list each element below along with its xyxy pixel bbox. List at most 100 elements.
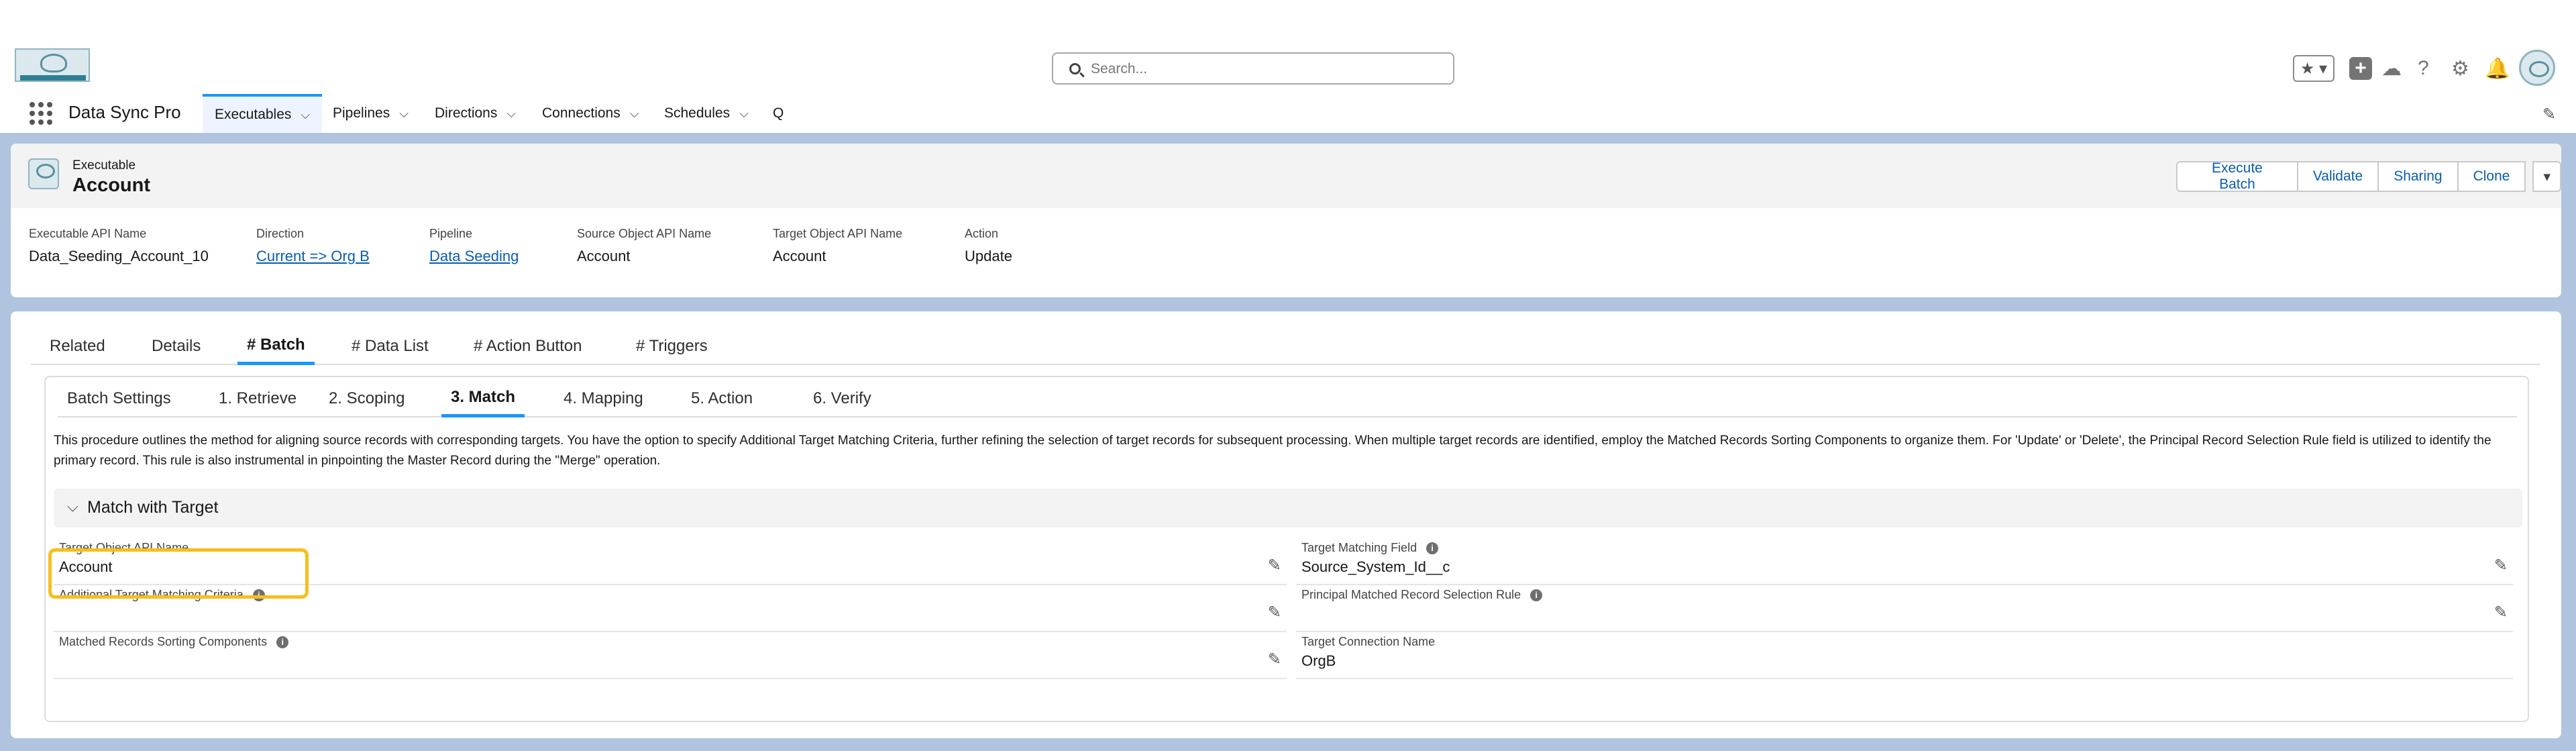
match-with-target-section-header[interactable]: ⌵ Match with Target (54, 489, 2522, 528)
app-name: Data Sync Pro (68, 102, 181, 122)
record-body: Related Details # Batch # Data List # Ac… (11, 311, 2561, 738)
batch-subtabs: Batch Settings 1. Retrieve 2. Scoping 3.… (58, 380, 2517, 417)
field-label: Target Connection Name (1301, 635, 1435, 649)
nav-item-executables[interactable]: Executables ⌵ (203, 94, 323, 133)
validate-button[interactable]: Validate (2296, 161, 2379, 192)
pencil-edit-icon[interactable]: ✎ (2494, 556, 2508, 575)
highlight-field: Direction Current => Org B (256, 227, 370, 265)
field-value: Source_System_Id__c (1301, 558, 1450, 575)
chevron-down-icon[interactable]: ⌵ (301, 108, 310, 122)
avatar[interactable] (2519, 50, 2555, 86)
chevron-down-icon[interactable]: ⌵ (399, 107, 409, 121)
highlight-field: Pipeline Data Seeding (429, 227, 519, 265)
info-icon[interactable]: i (276, 636, 289, 648)
global-search[interactable] (1052, 52, 1454, 85)
field-label-text: Target Matching Field (1301, 541, 1417, 554)
chevron-down-icon[interactable]: ⌵ (67, 498, 78, 515)
sharing-button[interactable]: Sharing (2377, 161, 2459, 192)
chevron-down-icon[interactable]: ⌵ (630, 107, 639, 121)
field-label-text: Principal Matched Record Selection Rule (1301, 588, 1521, 601)
field-value: Update (965, 248, 1012, 264)
nav-item-label: Schedules (664, 105, 731, 121)
field-label: Pipeline (429, 227, 473, 240)
search-icon (1069, 63, 1081, 74)
highlight-field: Source Object API Name Account (577, 227, 711, 265)
field-label: Direction (256, 227, 305, 240)
add-icon[interactable]: + (2349, 57, 2372, 80)
gear-icon[interactable]: ⚙ (2451, 55, 2469, 82)
subtab-scoping[interactable]: 2. Scoping (319, 380, 414, 417)
record-highlights: Executable Account Execute Batch Validat… (11, 144, 2561, 208)
record-icon (28, 158, 59, 189)
field-label: Source Object API Name (577, 227, 712, 240)
tab-details[interactable]: Details (142, 328, 210, 365)
nav-item-label: Connections (542, 105, 621, 121)
search-input[interactable] (1091, 59, 1440, 79)
subtab-action[interactable]: 5. Action (682, 380, 762, 417)
match-description: This procedure outlines the method for a… (54, 434, 2491, 468)
global-header: ★ ▾ + ☁ ? ⚙ 🔔 (0, 0, 2576, 94)
target-matching-field-field: Target Matching Field i Source_System_Id_… (1296, 541, 2513, 585)
info-icon[interactable]: i (1530, 589, 1543, 601)
favorites-star-icon[interactable]: ★ ▾ (2293, 55, 2334, 82)
field-value: OrgB (1301, 652, 1336, 669)
nav-item-pipelines[interactable]: Pipelines ⌵ (321, 94, 421, 133)
chevron-down-icon[interactable]: ⌵ (739, 107, 749, 121)
more-actions-chevron-icon[interactable]: ▾ (2532, 161, 2561, 192)
nav-item-label: Pipelines (333, 105, 390, 121)
pencil-edit-icon[interactable]: ✎ (1268, 650, 1281, 669)
nav-item-connections[interactable]: Connections ⌵ (530, 94, 651, 133)
record-actions: Execute Batch Validate Sharing Clone ▾ (2176, 160, 2561, 192)
pencil-edit-icon[interactable]: ✎ (1268, 603, 1281, 622)
execute-batch-button[interactable]: Execute Batch (2176, 160, 2298, 192)
highlight-box (48, 548, 309, 599)
field-value: Account (577, 248, 631, 264)
direction-link[interactable]: Current => Org B (256, 248, 370, 265)
tab-batch[interactable]: # Batch (237, 328, 315, 365)
field-label: Target Matching Field i (1301, 541, 1439, 555)
field-label: Principal Matched Record Selection Rule i (1301, 588, 1543, 602)
nav-item-schedules[interactable]: Schedules ⌵ (652, 94, 761, 133)
nav-item-directions[interactable]: Directions ⌵ (423, 94, 528, 133)
chevron-down-icon[interactable]: ⌵ (506, 107, 516, 121)
field-label-text: Matched Records Sorting Components (59, 635, 268, 648)
principal-matched-record-selection-rule-field: Principal Matched Record Selection Rule i… (1296, 588, 2513, 632)
field-label: Executable API Name (29, 227, 147, 240)
field-label: Matched Records Sorting Components i (59, 635, 289, 649)
field-label: Action (965, 227, 999, 240)
tab-data-list[interactable]: # Data List (342, 328, 438, 365)
highlight-field: Executable API Name Data_Seeding_Account_… (29, 227, 209, 265)
pencil-edit-icon[interactable]: ✎ (1268, 556, 1281, 575)
pipeline-link[interactable]: Data Seeding (429, 248, 519, 265)
edit-nav-pencil-icon[interactable]: ✎ (2542, 105, 2556, 124)
subtab-verify[interactable]: 6. Verify (804, 380, 881, 417)
subtab-retrieve[interactable]: 1. Retrieve (209, 380, 306, 417)
field-label: Target Object API Name (773, 227, 903, 240)
bell-icon[interactable]: 🔔 (2485, 55, 2510, 82)
cloud-icon[interactable]: ☁ (2381, 55, 2402, 82)
app-launcher-icon[interactable] (30, 102, 52, 125)
section-title: Match with Target (87, 498, 219, 517)
org-logo[interactable] (15, 48, 90, 82)
help-icon[interactable]: ? (2418, 55, 2429, 82)
clone-button[interactable]: Clone (2457, 161, 2526, 192)
subtab-mapping[interactable]: 4. Mapping (554, 380, 653, 417)
record-name: Account (72, 174, 150, 196)
highlight-field: Action Update (965, 227, 1012, 265)
field-value: Account (773, 248, 826, 264)
info-icon[interactable]: i (1426, 542, 1439, 554)
tab-triggers[interactable]: # Triggers (627, 328, 717, 365)
nav-item-label: Q (773, 105, 784, 121)
tab-action-button[interactable]: # Action Button (464, 328, 591, 365)
batch-panel: Batch Settings 1. Retrieve 2. Scoping 3.… (44, 376, 2529, 722)
record-tabs: Related Details # Batch # Data List # Ac… (31, 328, 2540, 365)
pencil-edit-icon[interactable]: ✎ (2494, 603, 2508, 622)
tab-related[interactable]: Related (40, 328, 115, 365)
subtab-match[interactable]: 3. Match (441, 380, 525, 417)
nav-item-q[interactable]: Q (761, 94, 796, 133)
target-connection-name-field: Target Connection Name OrgB (1296, 635, 2513, 679)
nav-item-label: Directions (435, 105, 498, 121)
field-value: Data_Seeding_Account_10 (29, 248, 209, 264)
subtab-batch-settings[interactable]: Batch Settings (58, 380, 180, 417)
record-header: Executable Account Execute Batch Validat… (11, 144, 2561, 297)
